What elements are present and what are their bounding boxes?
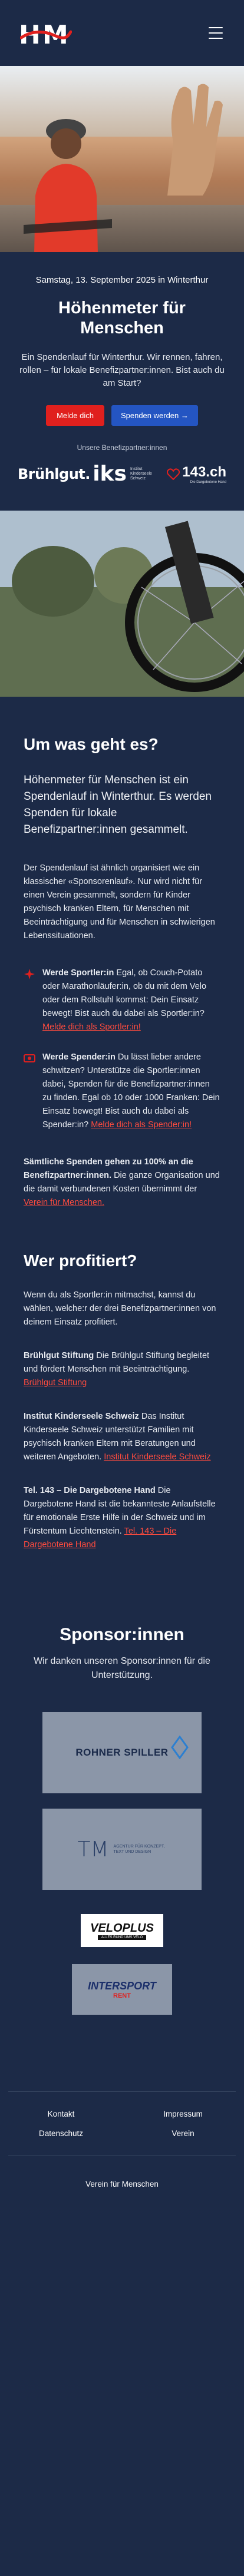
sponsor-intersport[interactable]: INTERSPORT RENT: [72, 1964, 172, 2015]
iks-text: Institut Kinderseele Schweiz: [130, 467, 152, 481]
beneficiary-item: Institut Kinderseele Schweiz Das Institu…: [24, 1410, 220, 1464]
partner-logos: Brühlgut. iks Institut Kinderseele Schwe…: [18, 463, 226, 485]
bike-photo: [0, 511, 244, 697]
hero-person-illustration: [24, 119, 112, 252]
event-date: Samstag, 13. September 2025 in Winterthu…: [35, 275, 209, 285]
intro-title: Um was geht es?: [24, 735, 159, 753]
hero-hand-illustration: [167, 84, 223, 196]
verein-link[interactable]: Verein für Menschen.: [24, 1198, 104, 1207]
kinderseele-logo[interactable]: iks Institut Kinderseele Schweiz: [93, 463, 164, 485]
tm-mark: TM: [77, 1837, 109, 1862]
feature-athlete-text: Werde Sportler:in Egal, ob Couch-Potato …: [42, 966, 220, 1034]
intro-section: Um was geht es? Höhenmeter für Menschen …: [0, 734, 244, 1210]
footer-links: Kontakt Impressum Datenschutz Verein: [0, 2092, 244, 2138]
143-sub: Die Dargebotene Hand: [190, 481, 226, 484]
logo-swoosh-icon: [20, 30, 72, 39]
hero-section: Samstag, 13. September 2025 in Winterthu…: [0, 252, 244, 502]
site-logo[interactable]: H M: [19, 18, 77, 50]
footer-link-kontakt[interactable]: Kontakt: [0, 2110, 122, 2118]
sponsors-title: Sponsor:innen: [60, 1625, 184, 1644]
sponsors-subtitle: Wir danken unseren Sponsor:innen für die…: [34, 1656, 210, 1680]
footer-link-impressum[interactable]: Impressum: [122, 2110, 244, 2118]
beneficiaries-title: Wer profitiert?: [24, 1251, 137, 1270]
hamburger-menu-icon[interactable]: [209, 27, 223, 39]
site-header: H M: [0, 0, 244, 66]
feature-athlete: Werde Sportler:in Egal, ob Couch-Potato …: [24, 966, 220, 1034]
hero-title: Höhenmeter für Menschen: [58, 299, 186, 337]
beneficiaries-section: Wer profitiert? Wenn du als Sportler:in …: [0, 1251, 244, 1552]
beneficiary-name: Tel. 143 – Die Dargebotene Hand: [24, 1486, 156, 1495]
bruehlgut-logo[interactable]: Brühlgut.: [18, 466, 90, 482]
donor-icon: [24, 1052, 37, 1132]
feature-donor-text: Werde Spender:in Du lässt lieber andere …: [42, 1051, 220, 1132]
beneficiary-link[interactable]: Brühlgut Stiftung: [24, 1378, 87, 1388]
hero-buttons: Melde dich Spenden werden →: [18, 405, 226, 426]
tm-text: AGENTUR FÜR KONZEPT, TEXT UND DESIGN: [113, 1845, 165, 1854]
footer-bottom-text: Verein für Menschen: [85, 2180, 159, 2188]
partners-label: Unsere Benefizpartner:innen: [77, 443, 167, 452]
intro-lead: Höhenmeter für Menschen ist ein Spendenl…: [24, 774, 212, 836]
intersport-sub: RENT: [113, 1992, 131, 1999]
athlete-icon: [24, 968, 37, 1034]
register-button[interactable]: Melde dich: [46, 405, 104, 426]
feature-donor: Werde Spender:in Du lässt lieber andere …: [24, 1051, 220, 1132]
iks-mark: iks: [93, 462, 127, 486]
beneficiary-link[interactable]: Institut Kinderseele Schweiz: [104, 1452, 210, 1462]
intersport-label: INTERSPORT: [88, 1979, 156, 1992]
sponsor-tm-agentur[interactable]: TM AGENTUR FÜR KONZEPT, TEXT UND DESIGN: [42, 1809, 202, 1890]
heart-hand-icon: [167, 468, 180, 480]
143-logo[interactable]: 143.ch Die Dargebotene Hand: [167, 464, 226, 484]
intro-paragraph: Der Spendenlauf ist ähnlich organisiert …: [24, 863, 215, 941]
hero-photo: [0, 66, 244, 252]
sponsor-veloplus[interactable]: VELOPLUS ALLES RUND UMS VELO: [72, 1905, 172, 1956]
veloplus-label: VELOPLUS: [90, 1921, 154, 1935]
veloplus-sub: ALLES RUND UMS VELO: [97, 1935, 147, 1940]
register-athlete-link[interactable]: Melde dich als Sportler:in!: [42, 1022, 141, 1032]
feature-donor-title: Werde Spender:in: [42, 1052, 116, 1062]
rohner-spiller-icon: [171, 1736, 189, 1759]
sponsor-rohner-label: ROHNER SPILLER: [75, 1747, 169, 1758]
site-footer: Kontakt Impressum Datenschutz Verein Ver…: [0, 2091, 244, 2234]
beneficiary-item: Brühlgut Stiftung Die Brühlgut Stiftung …: [24, 1349, 220, 1390]
hero-description: Ein Spendenlauf für Winterthur. Wir renn…: [19, 352, 225, 388]
bike-illustration: [0, 511, 244, 697]
beneficiary-item: Tel. 143 – Die Dargebotene Hand Die Darg…: [24, 1484, 220, 1552]
footer-link-verein[interactable]: Verein: [122, 2129, 244, 2138]
sponsors-section: Sponsor:innen Wir danken unseren Sponsor…: [0, 1625, 244, 2015]
feature-athlete-title: Werde Sportler:in: [42, 968, 114, 978]
donation-note: Sämtliche Spenden gehen zu 100% an die B…: [24, 1155, 220, 1210]
beneficiaries-intro: Wenn du als Sportler:in mitmachst, kanns…: [24, 1290, 216, 1327]
become-donor-button[interactable]: Spenden werden →: [111, 405, 198, 426]
beneficiary-name: Institut Kinderseele Schweiz: [24, 1412, 139, 1421]
sponsor-rohner-spiller[interactable]: ROHNER SPILLER: [42, 1712, 202, 1793]
beneficiary-name: Brühlgut Stiftung: [24, 1351, 94, 1360]
footer-link-datenschutz[interactable]: Datenschutz: [0, 2129, 122, 2138]
143-number: 143.ch: [182, 464, 226, 480]
feature-donor-body: Du lässt lieber andere schwitzen? Unters…: [42, 1052, 220, 1130]
register-donor-link[interactable]: Melde dich als Spender:in!: [91, 1120, 192, 1130]
